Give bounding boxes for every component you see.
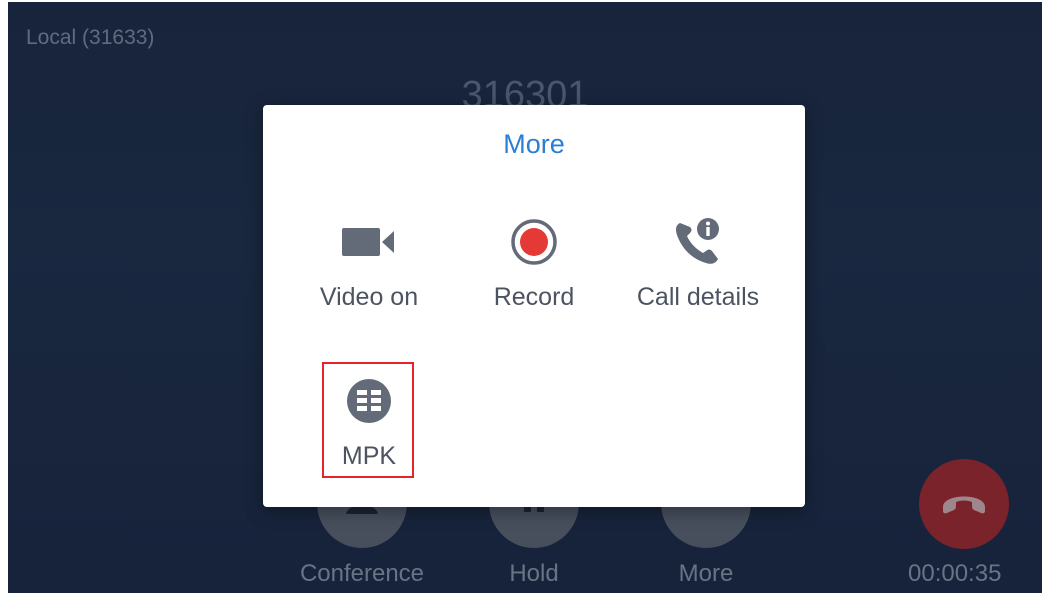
record-label: Record [493,283,575,311]
mpk-highlight-box [322,362,414,478]
call-details-option[interactable]: Call details [616,217,780,327]
record-icon [452,217,616,267]
video-on-label: Video on [319,283,419,311]
phone-info-icon [616,217,780,267]
dialog-title: More [503,129,565,159]
video-on-option[interactable]: Video on [287,217,451,327]
video-camera-icon [287,217,451,267]
call-details-label: Call details [636,283,760,311]
record-option[interactable]: Record [452,217,616,327]
